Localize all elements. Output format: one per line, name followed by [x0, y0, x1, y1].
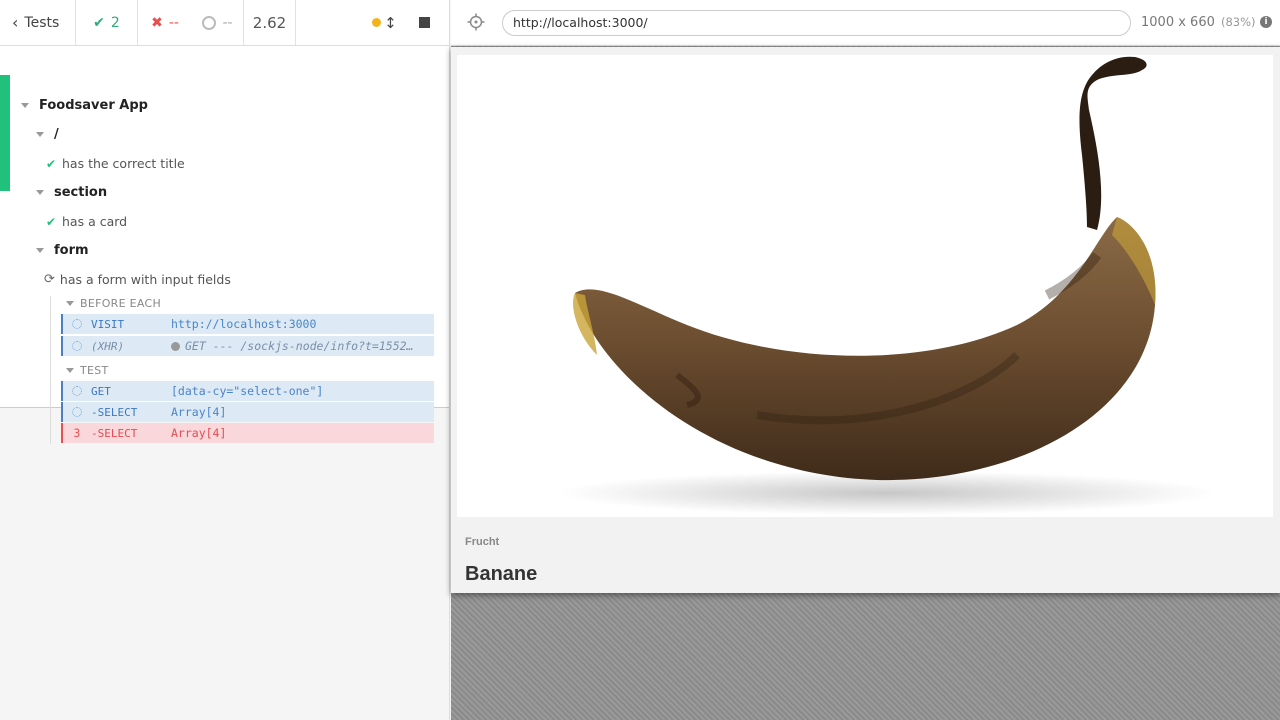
caret-down-icon [66, 301, 74, 306]
command-message: Array[4] [171, 405, 227, 419]
duration: 2.62 [244, 0, 296, 45]
aut-header: http://localhost:3000/ 1000 x 660 (83%) … [451, 0, 1280, 46]
suite-title: Foodsaver App [39, 98, 148, 113]
auto-scroll-toggle[interactable]: ↕ [372, 14, 397, 32]
command-message: GET --- /sockjs-node/info?t=1552… [185, 339, 414, 353]
check-icon: ✔ [46, 156, 57, 171]
chevron-left-icon: ‹ [12, 12, 19, 32]
passed-count: ✔ 2 [76, 0, 138, 45]
running-indicator-icon [372, 18, 382, 27]
check-icon: ✔ [46, 214, 57, 229]
test-title: has a form with input fields [59, 272, 231, 287]
tests-label: Tests [24, 14, 60, 31]
command-name: -SELECT [91, 405, 138, 419]
spinner-icon [72, 319, 82, 329]
suite-title: / [54, 127, 59, 142]
app-iframe: Frucht Banane [451, 47, 1280, 593]
test-has-a-card[interactable]: ✔ has a card [46, 214, 127, 229]
hook-before-each[interactable]: BEFORE EACH [66, 297, 161, 310]
failed-count: ✖ -- [138, 0, 192, 45]
viewport-scale: (83%) [1221, 15, 1256, 29]
reporter-panel: ‹ Tests ✔ 2 ✖ -- -- 2.62 ↕ Foodsaver App… [0, 0, 450, 720]
failed-number: -- [168, 14, 179, 31]
command-xhr[interactable]: (XHR) GET --- /sockjs-node/info?t=1552… [61, 336, 434, 356]
command-name: -SELECT [91, 426, 138, 440]
command-message: [data-cy="select-one"] [171, 384, 324, 398]
controls: ↕ [361, 0, 449, 45]
hook-title: TEST [80, 364, 109, 377]
viewport-size: 1000 x 660 (83%) [1141, 15, 1256, 30]
hook-test[interactable]: TEST [66, 364, 109, 377]
caret-down-icon [36, 248, 44, 253]
refresh-icon: ⟳ [44, 272, 55, 287]
viewport-dimensions: 1000 x 660 [1141, 15, 1215, 30]
command-name: (XHR) [91, 339, 125, 353]
command-get[interactable]: GET [data-cy="select-one"] [61, 381, 434, 401]
command-name: GET [91, 384, 111, 398]
test-title: has a card [62, 214, 128, 229]
info-icon[interactable]: i [1260, 16, 1272, 28]
suite-title: form [54, 243, 89, 258]
command-message: Array[4] [171, 426, 227, 440]
passed-indicator-bar [0, 75, 10, 191]
caret-down-icon [36, 190, 44, 195]
suite-form[interactable]: form [36, 243, 89, 258]
selector-playground-icon[interactable] [467, 13, 485, 31]
card-title: Banane [465, 563, 538, 585]
banana-image [557, 56, 1217, 515]
suite-title: section [54, 185, 108, 200]
command-name: VISIT [91, 317, 125, 331]
pending-number: -- [222, 14, 233, 31]
reporter-header: ‹ Tests ✔ 2 ✖ -- -- 2.62 ↕ [0, 0, 449, 46]
test-has-correct-title[interactable]: ✔ has the correct title [46, 156, 185, 171]
spinner-icon [72, 341, 82, 351]
pending-circle-icon [202, 15, 217, 30]
check-icon: ✔ [93, 14, 105, 31]
command-number: 3 [73, 426, 81, 440]
stop-icon[interactable] [418, 17, 430, 28]
caret-down-icon [66, 368, 74, 373]
suite-foodsaver-app[interactable]: Foodsaver App [21, 98, 148, 113]
tests-button[interactable]: ‹ Tests [0, 0, 76, 45]
command-select[interactable]: -SELECT Array[4] [61, 402, 434, 422]
app-under-test-panel: http://localhost:3000/ 1000 x 660 (83%) … [451, 0, 1280, 720]
test-form-input-fields[interactable]: ⟳ has a form with input fields [44, 272, 231, 287]
pending-count: -- [192, 0, 244, 45]
passed-number: 2 [110, 14, 120, 31]
hook-title: BEFORE EACH [80, 297, 162, 310]
command-select-failed[interactable]: 3 -SELECT Array[4] [61, 423, 434, 443]
runnable-list: Foodsaver App / ✔ has the correct title … [0, 46, 449, 444]
card-image [457, 55, 1273, 517]
suite-section[interactable]: section [36, 185, 107, 200]
status-dot-icon [171, 341, 180, 351]
card-category: Frucht [465, 536, 500, 548]
spinner-icon [72, 386, 82, 396]
x-icon: ✖ [151, 14, 163, 31]
test-title: has the correct title [62, 156, 185, 171]
caret-down-icon [36, 132, 44, 137]
command-message: http://localhost:3000 [171, 317, 317, 331]
arrows-vertical-icon: ↕ [384, 13, 397, 32]
caret-down-icon [21, 103, 29, 108]
url-bar[interactable]: http://localhost:3000/ [502, 10, 1131, 36]
command-visit[interactable]: VISIT http://localhost:3000 [61, 314, 434, 334]
suite-root-path[interactable]: / [36, 127, 59, 142]
spinner-icon [72, 407, 82, 417]
